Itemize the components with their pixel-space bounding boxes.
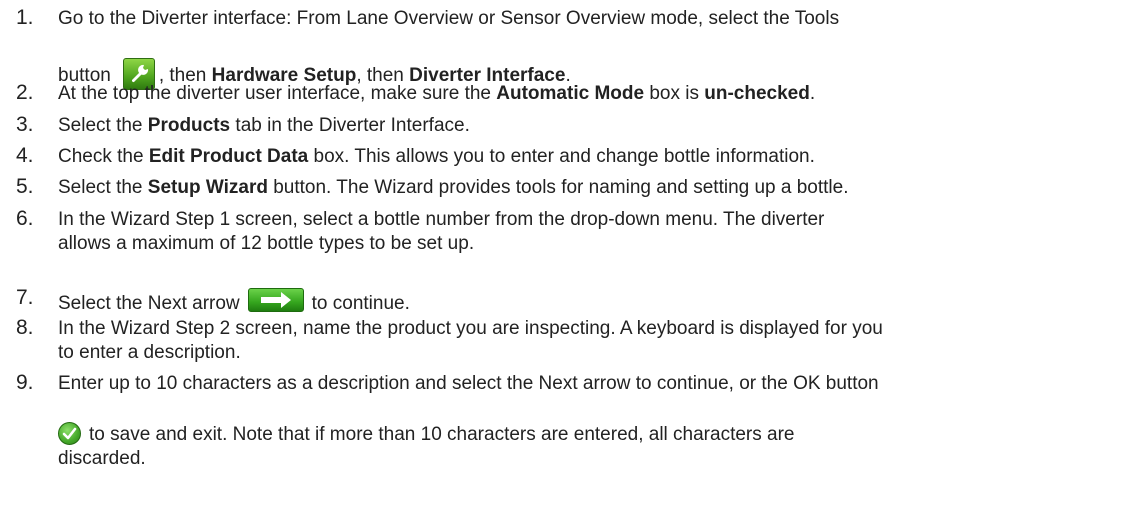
step-text: Go to the Diverter interface: From Lane … (58, 8, 840, 29)
step-number: 2. (16, 81, 34, 104)
step-number: 6. (16, 207, 34, 230)
checkmark-icon (58, 422, 81, 445)
step-text: Select the Next arrow to continue. (58, 288, 410, 315)
step-number: 7. (16, 286, 34, 309)
step-text: discarded. (58, 448, 146, 469)
step-text: Check the Edit Product Data box. This al… (58, 146, 815, 167)
arrow-right-icon (247, 288, 304, 312)
step-text: Select the Products tab in the Diverter … (58, 115, 470, 136)
step-text: allows a maximum of 12 bottle types to b… (58, 233, 475, 254)
step-number: 5. (16, 175, 34, 198)
step-text: Select the Setup Wizard button. The Wiza… (58, 177, 849, 198)
step-number: 3. (16, 113, 34, 136)
step-number: 4. (16, 144, 34, 167)
step-text: In the Wizard Step 1 screen, select a bo… (58, 209, 825, 230)
step-text: Enter up to 10 characters as a descripti… (58, 373, 879, 394)
step-text: to enter a description. (58, 342, 241, 363)
instruction-document: 1. Go to the Diverter interface: From La… (0, 0, 1132, 513)
step-number: 1. (16, 6, 34, 29)
step-number: 8. (16, 316, 34, 339)
step-text: At the top the diverter user interface, … (58, 83, 816, 104)
step-text: In the Wizard Step 2 screen, name the pr… (58, 318, 883, 339)
step-number: 9. (16, 371, 34, 394)
step-text: to save and exit. Note that if more than… (58, 422, 795, 446)
